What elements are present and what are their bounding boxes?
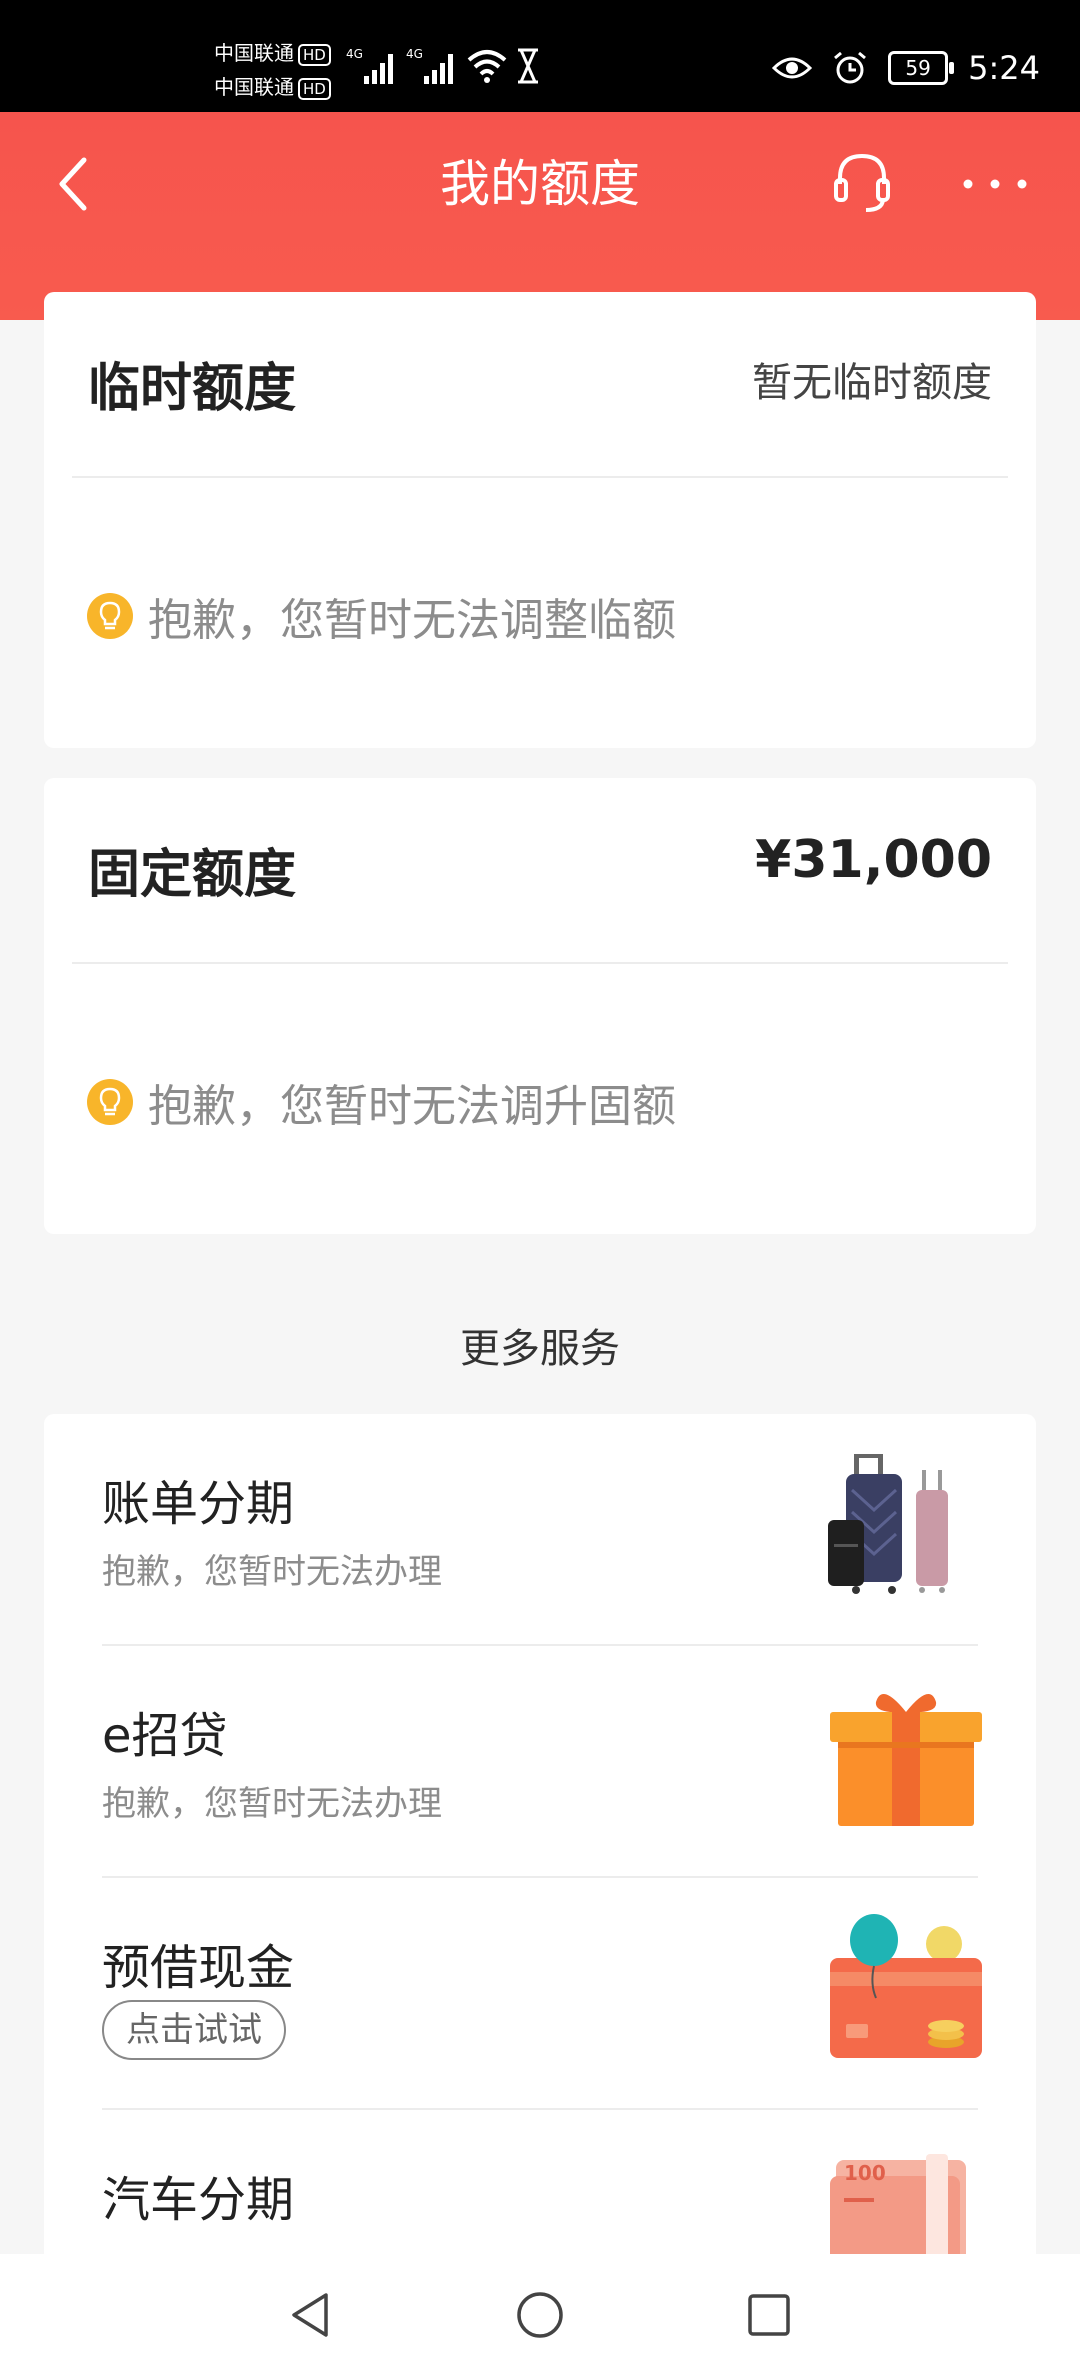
alarm-icon [834, 51, 867, 84]
status-right: 59 5:24 [772, 40, 1040, 96]
fixed-limit-title: 固定额度 [88, 845, 297, 905]
customer-service-icon[interactable] [832, 150, 892, 214]
temporary-limit-notice: 抱歉，您暂时无法调整临额 [86, 584, 676, 648]
service-bill-installment[interactable]: 账单分期 抱歉，您暂时无法办理 [44, 1414, 1036, 1646]
hd-badge-1: HD [298, 44, 331, 66]
carrier-1: 中国联通 [214, 41, 294, 65]
svg-text:4G: 4G [406, 47, 423, 61]
page-title: 我的额度 [440, 155, 640, 213]
more-services-title: 更多服务 [460, 1326, 620, 1372]
clock: 5:24 [968, 49, 1040, 87]
status-bar: 中国联通 HD 中国联通 HD 4G 4G 59 5:24 [0, 0, 1080, 112]
temporary-limit-title: 临时额度 [88, 359, 297, 419]
lightbulb-icon [87, 1079, 133, 1125]
fixed-limit-amount: ¥31,000 [755, 830, 992, 890]
system-navigation-bar [0, 2254, 1080, 2376]
nav-recents-icon[interactable] [744, 2290, 794, 2340]
svg-text:100: 100 [844, 2161, 886, 2185]
divider [72, 962, 1008, 964]
card-balloon-icon [830, 1914, 982, 2058]
service-name: e招贷 [102, 1708, 228, 1764]
svg-text:4G: 4G [346, 47, 363, 61]
nav-back-icon[interactable] [286, 2290, 336, 2340]
try-it-button[interactable]: 点击试试 [102, 2000, 286, 2060]
service-name: 汽车分期 [102, 2172, 295, 2228]
temporary-limit-notice-text: 抱歉，您暂时无法调整临额 [148, 595, 676, 646]
fixed-limit-notice: 抱歉，您暂时无法调升固额 [86, 1070, 676, 1134]
signal-2-icon: 4G [406, 47, 453, 84]
luggage-icon [828, 1454, 948, 1594]
eye-icon [772, 57, 813, 79]
service-cash-advance[interactable]: 预借现金 点击试试 [44, 1878, 1036, 2110]
temporary-limit-value: 暂无临时额度 [752, 360, 992, 406]
service-name: 预借现金 [102, 1940, 295, 1996]
fixed-limit-card: 固定额度 ¥31,000 抱歉，您暂时无法调升固额 [44, 778, 1036, 1234]
carrier-info: 中国联通 HD 中国联通 HD [214, 36, 331, 104]
wifi-icon [467, 50, 507, 83]
gift-box-icon [830, 1694, 982, 1826]
nav-home-icon[interactable] [515, 2290, 565, 2340]
divider [72, 476, 1008, 478]
service-name: 账单分期 [102, 1476, 295, 1532]
signal-1-icon: 4G [346, 47, 393, 84]
hd-badge-2: HD [298, 78, 331, 100]
lightbulb-icon [87, 593, 133, 639]
battery-indicator: 59 [888, 51, 955, 85]
service-e-loan[interactable]: e招贷 抱歉，您暂时无法办理 [44, 1646, 1036, 1878]
services-list: 账单分期 抱歉，您暂时无法办理 e招贷 抱歉，您暂时无法办理 预借现金 点击试试 [44, 1414, 1036, 2314]
carrier-2: 中国联通 [214, 75, 294, 99]
hourglass-icon [518, 48, 538, 84]
more-options-icon[interactable] [960, 164, 1030, 204]
temporary-limit-card: 临时额度 暂无临时额度 抱歉，您暂时无法调整临额 [44, 292, 1036, 748]
header: 我的额度 [0, 112, 1080, 320]
service-subtitle: 抱歉，您暂时无法办理 [102, 1784, 442, 1824]
service-subtitle: 抱歉，您暂时无法办理 [102, 1552, 442, 1592]
fixed-limit-notice-text: 抱歉，您暂时无法调升固额 [148, 1081, 676, 1132]
